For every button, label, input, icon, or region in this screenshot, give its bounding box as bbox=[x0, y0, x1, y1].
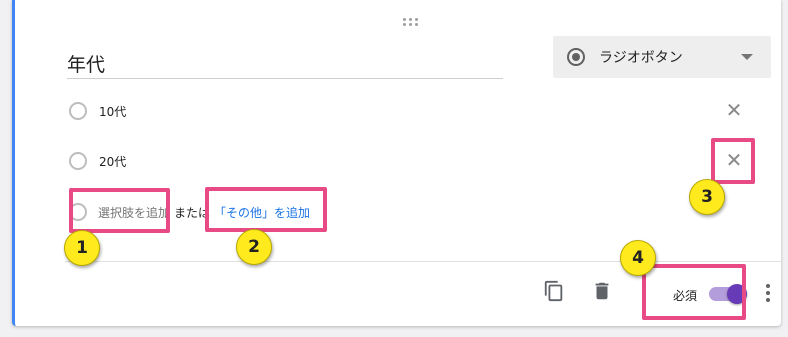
highlight-box-remove bbox=[711, 138, 755, 184]
footer-divider bbox=[65, 261, 781, 262]
option-row: 20代 bbox=[69, 150, 126, 172]
callout-badge-1: 1 bbox=[64, 230, 100, 266]
callout-badge-2: 2 bbox=[236, 229, 272, 265]
option-label-input[interactable]: 20代 bbox=[99, 153, 126, 170]
copy-icon[interactable] bbox=[543, 280, 565, 302]
option-row: 10代 bbox=[69, 100, 126, 122]
remove-option-close-icon[interactable]: ✕ bbox=[725, 100, 743, 120]
callout-badge-3: 3 bbox=[689, 179, 725, 215]
dropdown-caret-icon bbox=[741, 54, 753, 60]
trash-icon[interactable] bbox=[591, 280, 613, 302]
radio-button-icon bbox=[567, 48, 585, 66]
highlight-box-add-option bbox=[69, 188, 170, 233]
question-type-label: ラジオボタン bbox=[599, 50, 683, 66]
radio-empty-icon bbox=[69, 102, 87, 120]
highlight-box-required bbox=[642, 264, 746, 320]
more-vert-icon[interactable] bbox=[765, 284, 771, 302]
callout-badge-4: 4 bbox=[620, 240, 656, 276]
highlight-box-add-other bbox=[205, 187, 327, 232]
question-title-input[interactable]: 年代 bbox=[67, 50, 503, 79]
radio-empty-icon bbox=[69, 152, 87, 170]
question-type-dropdown[interactable]: ラジオボタン bbox=[553, 36, 771, 78]
option-label-input[interactable]: 10代 bbox=[99, 103, 126, 120]
drag-handle-icon[interactable] bbox=[403, 18, 419, 26]
